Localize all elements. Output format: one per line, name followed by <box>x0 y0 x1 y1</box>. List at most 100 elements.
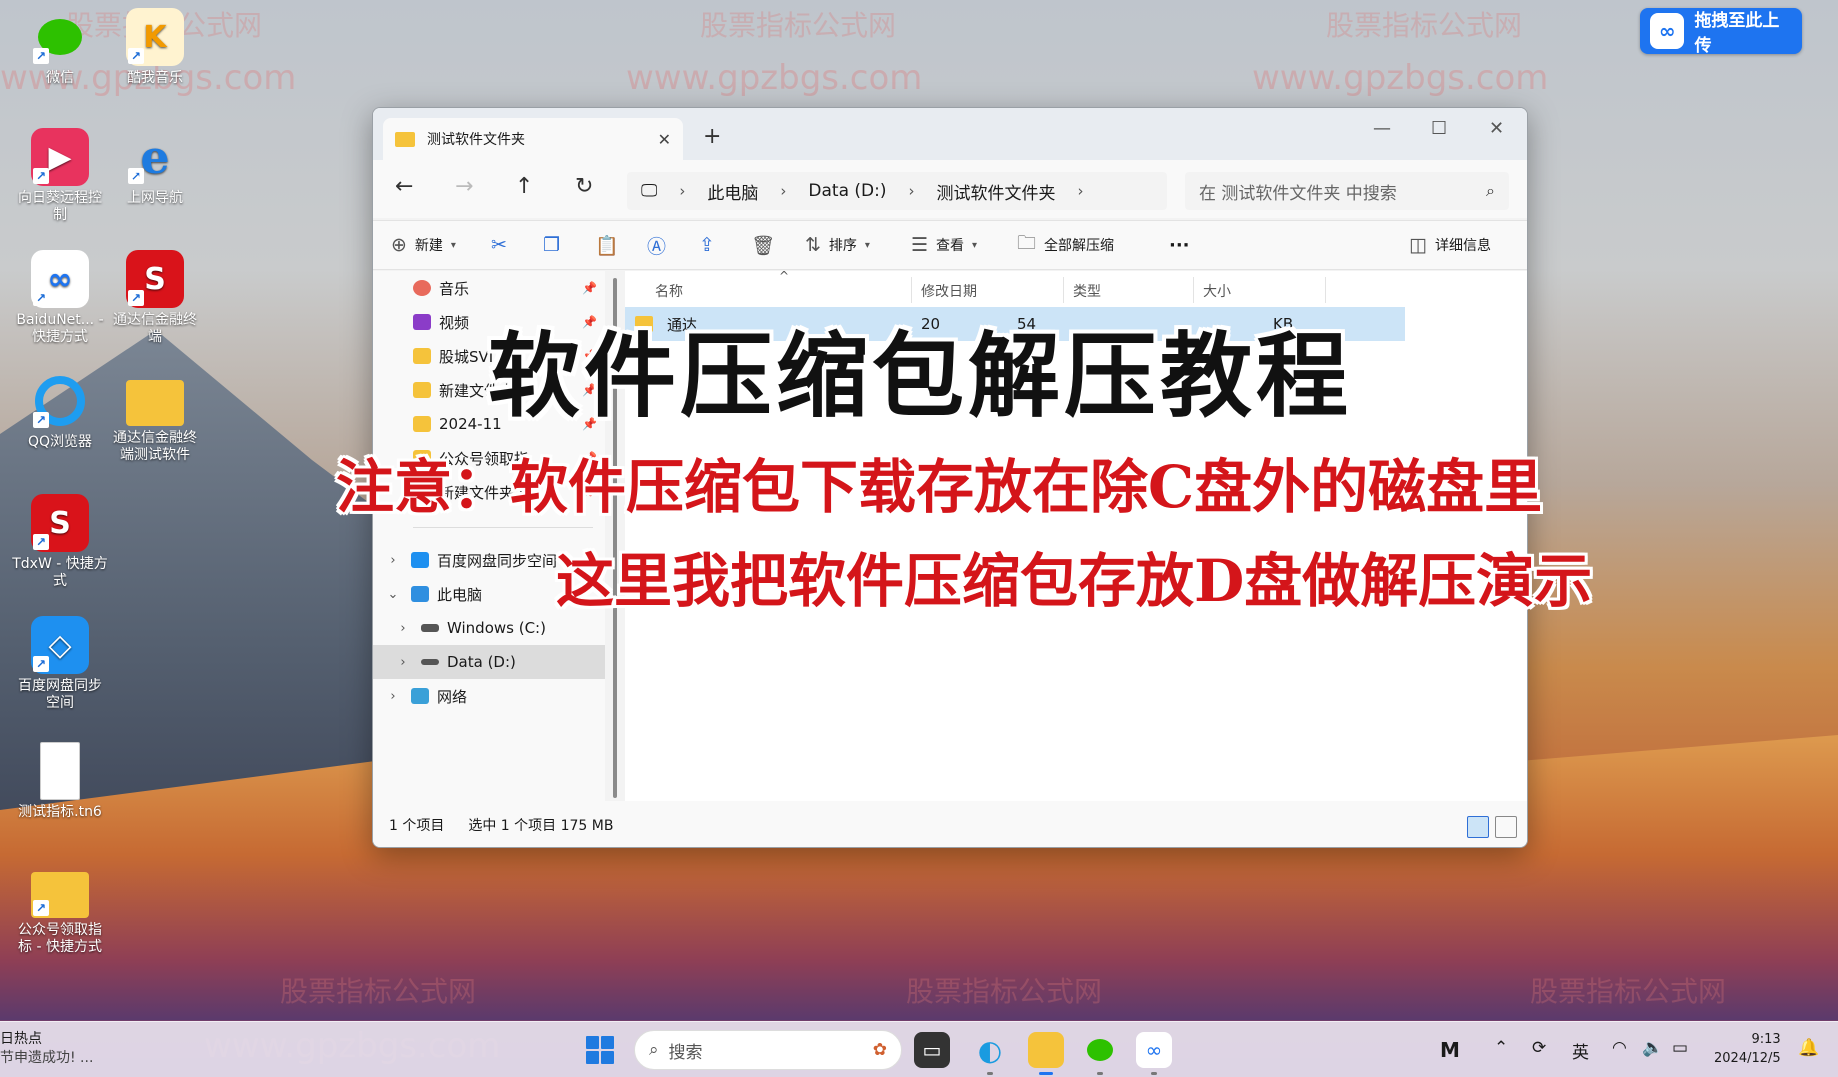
desktop-icon-test-indicator-file[interactable]: 测试指标.tn6 <box>12 742 108 821</box>
close-tab-icon[interactable]: ✕ <box>658 130 671 149</box>
desktop-icon-tdx-test-folder[interactable]: 通达信金融终端测试软件 <box>107 372 203 464</box>
column-header-name[interactable]: 名称 <box>655 281 683 301</box>
volume-icon[interactable]: 🔈 <box>1642 1038 1663 1058</box>
watermark-url: www.gpzbgs.com <box>1252 58 1549 98</box>
sort-button[interactable]: ⇅ 排序 ▾ <box>805 234 870 256</box>
column-divider[interactable] <box>911 277 912 303</box>
new-button[interactable]: ⊕ 新建 ▾ <box>391 234 456 256</box>
ime-indicator[interactable]: 英 <box>1572 1038 1589 1063</box>
minimize-button[interactable]: — <box>1373 118 1391 139</box>
file-explorer-icon[interactable] <box>1028 1032 1064 1068</box>
m-logo-icon[interactable]: M <box>1440 1038 1460 1062</box>
desktop-icon-kuwo[interactable]: K ↗ 酷我音乐 <box>107 8 203 87</box>
taskbar-search-input[interactable]: ⌕ 搜索 ✿ <box>634 1030 902 1070</box>
delete-button[interactable]: 🗑 <box>751 234 775 257</box>
search-icon: ⌕ <box>1486 181 1495 200</box>
ie-icon: e ↗ <box>126 128 184 186</box>
baidu-netdisk-icon[interactable]: ∞ <box>1136 1032 1172 1068</box>
chevron-right-icon: › <box>780 182 787 200</box>
breadcrumb-this-pc[interactable]: 此电脑 <box>707 179 758 204</box>
desktop-icon-tdx[interactable]: S ↗ 通达信金融终端 <box>107 250 203 346</box>
desktop-icon-gzh-shortcut[interactable]: ↗ 公众号领取指标 - 快捷方式 <box>12 864 108 956</box>
maximize-button[interactable]: ☐ <box>1431 118 1447 139</box>
nav-item-network[interactable]: › 网络 <box>373 679 605 713</box>
baidu-netdisk-icon: ∞ ↗ <box>31 250 89 308</box>
folder-icon <box>126 380 184 426</box>
share-button[interactable]: ⇪ <box>699 234 715 256</box>
address-bar[interactable]: 🖵 › 此电脑 › Data (D:) › 测试软件文件夹 › <box>627 172 1167 210</box>
chevron-right-icon[interactable]: › <box>393 621 413 636</box>
active-indicator <box>1039 1072 1053 1075</box>
chevron-right-icon[interactable]: › <box>393 655 413 670</box>
column-divider[interactable] <box>1193 277 1194 303</box>
column-divider[interactable] <box>1063 277 1064 303</box>
item-count: 1 个项目 <box>389 818 445 834</box>
chevron-right-icon[interactable]: › <box>383 689 403 704</box>
desktop-icon-wechat[interactable]: ↗ 微信 <box>12 8 108 87</box>
system-clock[interactable]: 9:13 2024/12/5 <box>1714 1030 1781 1068</box>
desktop-icon-sunlogin[interactable]: ▶ ↗ 向日葵远程控制 <box>12 128 108 224</box>
address-row: ← → ↑ ↻ 🖵 › 此电脑 › Data (D:) › 测试软件文件夹 › … <box>373 160 1527 218</box>
chevron-up-icon[interactable]: ⌃ <box>1494 1038 1508 1058</box>
column-header-type[interactable]: 类型 <box>1073 281 1101 301</box>
rename-button[interactable]: Ⓐ <box>647 232 666 259</box>
up-button[interactable]: ↑ <box>515 174 533 199</box>
tab-test-folder[interactable]: 测试软件文件夹 ✕ <box>383 118 683 160</box>
view-button[interactable]: ☰ 查看 ▾ <box>911 234 977 256</box>
desktop-icon-tdxw[interactable]: S ↗ TdxW - 快捷方式 <box>12 494 108 590</box>
plus-circle-icon: ⊕ <box>391 234 407 256</box>
breadcrumb-folder[interactable]: 测试软件文件夹 <box>936 179 1055 204</box>
desktop-icon-label: 通达信金融终端 <box>113 312 197 345</box>
search-input[interactable]: 在 测试软件文件夹 中搜索 ⌕ <box>1185 172 1509 210</box>
sync-icon[interactable]: ⟳ <box>1532 1038 1546 1058</box>
tiles-view-toggle[interactable] <box>1495 816 1517 838</box>
details-pane-button[interactable]: ◫ 详细信息 <box>1409 234 1491 256</box>
wifi-icon[interactable]: ◠ <box>1612 1038 1627 1058</box>
watermark-text: 股票指标公式网 <box>1326 9 1523 42</box>
search-placeholder: 在 测试软件文件夹 中搜索 <box>1199 183 1397 204</box>
desktop-icon-label: 微信 <box>46 70 74 86</box>
paste-icon: 📋 <box>595 234 619 257</box>
back-button[interactable]: ← <box>395 174 413 199</box>
column-header-size[interactable]: 大小 <box>1203 281 1231 301</box>
paste-button[interactable]: 📋 <box>595 234 619 257</box>
running-indicator <box>1151 1072 1157 1075</box>
tree-search-highlight-icon: ✿ <box>872 1040 887 1060</box>
edge-icon[interactable]: ◐ <box>972 1032 1008 1068</box>
chevron-down-icon[interactable]: ⌄ <box>383 587 403 602</box>
copy-icon: ❐ <box>543 234 561 256</box>
details-view-toggle[interactable] <box>1467 816 1489 838</box>
breadcrumb-drive[interactable]: Data (D:) <box>808 181 886 201</box>
notification-bell-icon[interactable]: 🔔 <box>1798 1038 1819 1058</box>
refresh-button[interactable]: ↻ <box>575 174 593 199</box>
extract-all-button[interactable]: 🗀 全部解压缩 <box>1017 229 1114 261</box>
news-widget[interactable]: 日热点 节申遗成功! ... <box>0 1030 93 1068</box>
column-header-modified[interactable]: 修改日期 <box>921 281 977 301</box>
chevron-down-icon: ▾ <box>972 239 978 251</box>
desktop-icon-browser-nav[interactable]: e ↗ 上网导航 <box>107 128 203 207</box>
start-button[interactable] <box>586 1036 614 1064</box>
drag-upload-button[interactable]: ∞ 拖拽至此上传 <box>1640 8 1802 56</box>
tdx-icon: S ↗ <box>31 494 89 552</box>
share-icon: ⇪ <box>699 234 715 256</box>
monitor-icon <box>411 586 429 602</box>
copy-button[interactable]: ❐ <box>543 234 560 256</box>
battery-icon[interactable]: ▭ <box>1672 1038 1688 1058</box>
baidu-netdisk-icon: ∞ <box>1650 13 1685 49</box>
desktop-icon-label: 百度网盘同步空间 <box>18 678 102 711</box>
task-view-icon[interactable]: ▭ <box>914 1032 950 1068</box>
chevron-right-icon[interactable]: › <box>383 553 403 568</box>
command-bar: ⊕ 新建 ▾ ✂ ❐ 📋 Ⓐ ⇪ 🗑 ⇅ 排序 ▾ ☰ 查看 ▾ 🗀 全部解压缩… <box>373 220 1527 270</box>
forward-button[interactable]: → <box>455 174 473 199</box>
more-options-button[interactable]: ··· <box>1169 235 1190 256</box>
desktop-icon-baidunetdisk[interactable]: ∞ ↗ BaiduNet... - 快捷方式 <box>12 250 108 346</box>
desktop-icon-baidu-sync[interactable]: ◇ ↗ 百度网盘同步空间 <box>12 616 108 712</box>
nav-item-data-d[interactable]: › Data (D:) <box>373 645 605 679</box>
wechat-icon[interactable] <box>1082 1032 1118 1068</box>
desktop-icon-qqbrowser[interactable]: ↗ QQ浏览器 <box>12 372 108 451</box>
new-tab-button[interactable]: + <box>703 124 721 149</box>
cut-button[interactable]: ✂ <box>491 234 507 256</box>
close-window-button[interactable]: ✕ <box>1489 118 1504 139</box>
nav-item-music[interactable]: 音乐 📌 <box>373 271 605 305</box>
column-divider[interactable] <box>1325 277 1326 303</box>
